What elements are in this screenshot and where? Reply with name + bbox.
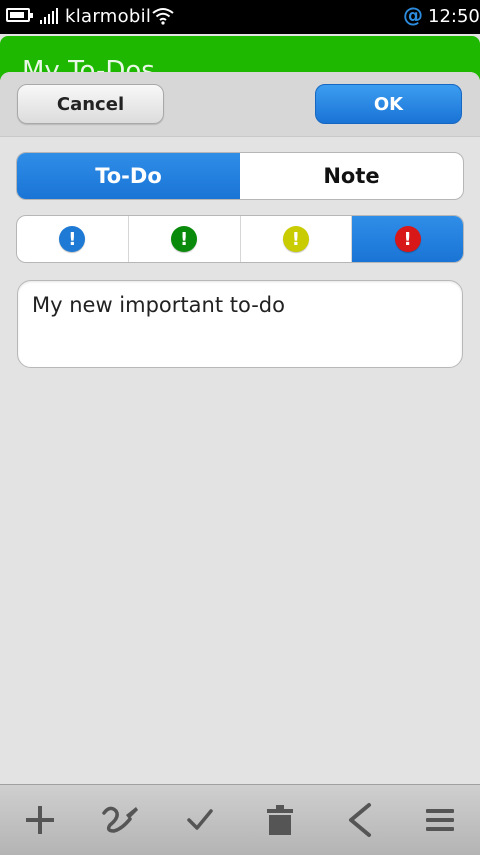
priority-blue-option[interactable]: !	[17, 216, 129, 262]
email-notification-icon: @	[403, 3, 423, 27]
delete-button[interactable]	[250, 790, 310, 850]
priority-red-option[interactable]: !	[352, 216, 463, 262]
sketch-button[interactable]	[90, 790, 150, 850]
todo-text-input[interactable]: My new important to-do	[17, 280, 463, 368]
check-icon	[187, 809, 213, 830]
signal-icon	[40, 8, 60, 24]
back-icon	[349, 803, 371, 837]
dialog-button-bar: Cancel OK	[0, 72, 480, 137]
bottom-toolbar	[0, 784, 480, 855]
done-button[interactable]	[170, 790, 230, 850]
status-bar: klarmobil @ 12:50	[0, 0, 480, 34]
tab-todo[interactable]: To-Do	[17, 153, 240, 199]
delete-icon	[267, 805, 293, 835]
carrier-name: klarmobil	[65, 6, 152, 27]
priority-exclamation-icon: !	[282, 226, 309, 252]
tab-note[interactable]: Note	[240, 153, 463, 199]
priority-exclamation-icon: !	[171, 226, 198, 252]
add-icon	[26, 806, 54, 834]
menu-icon	[426, 809, 454, 831]
wifi-icon	[152, 8, 174, 25]
ok-button[interactable]: OK	[315, 84, 462, 124]
priority-selector: ! ! ! !	[16, 215, 464, 263]
cancel-button[interactable]: Cancel	[17, 84, 164, 124]
clock: 12:50	[428, 6, 480, 27]
priority-exclamation-icon: !	[59, 226, 86, 252]
priority-yellow-option[interactable]: !	[241, 216, 353, 262]
priority-exclamation-icon: !	[394, 226, 421, 252]
back-button[interactable]	[330, 790, 390, 850]
type-selector: To-Do Note	[16, 152, 464, 200]
edit-sketch-icon	[102, 806, 138, 833]
add-button[interactable]	[10, 790, 70, 850]
new-item-dialog: Cancel OK To-Do Note ! ! ! ! My new impo…	[0, 72, 480, 792]
battery-icon	[6, 8, 33, 22]
priority-green-option[interactable]: !	[129, 216, 241, 262]
menu-button[interactable]	[410, 790, 470, 850]
